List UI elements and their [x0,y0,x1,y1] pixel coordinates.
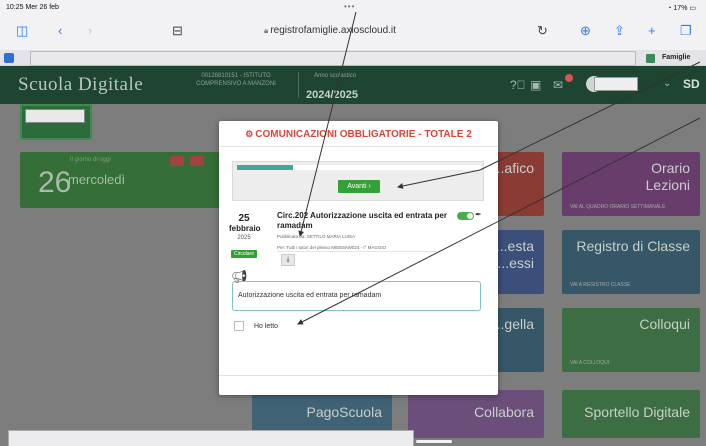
tab-famiglie[interactable]: Famiglie [662,54,690,61]
sidebar-icon[interactable]: ◫ [16,24,28,38]
user-name-redacted[interactable] [594,77,638,91]
tabs-icon[interactable]: ❐ [680,24,692,38]
user-initials[interactable]: SD [683,77,700,91]
today-weekday: mercoledì [68,172,126,187]
battery-indicator: ◔ 17% ▭ [667,4,696,12]
forward-icon[interactable]: › [88,24,92,38]
help-icon[interactable]: ?⃝ [510,78,526,92]
tile-title: Orario Lezioni [645,160,690,193]
home-indicator[interactable] [416,440,452,443]
year-label: Anno scolastico [314,73,357,79]
modal-footer-divider [219,375,498,376]
today-action-1[interactable] [170,156,184,166]
circular-published-by: Pubblicata da: SETTILO MARIA LUISA [277,234,356,239]
date-month: febbraio [229,224,261,233]
back-icon[interactable]: ‹ [58,24,62,38]
notification-badge [565,74,573,82]
tile-colloqui[interactable]: Colloqui VAI A COLLOQUI [562,308,700,372]
modal-title-text: COMUNICAZIONI OBBLIGATORIE - TOTALE 2 [255,129,472,140]
tile-collabora[interactable]: Collabora [408,390,544,438]
tile-title: Collabora [474,404,534,420]
redacted-area [8,430,414,446]
reload-icon[interactable]: ↻ [537,24,548,38]
famiglie-favicon-icon [646,54,655,63]
battery-icon: ▭ [689,5,696,12]
circular-recipients: Per: Tutti i tutori del plesso MIEE8AW02… [277,245,387,250]
next-button-label: Avanti [347,183,367,190]
modal-divider [219,146,498,147]
tile-title: ...esta ...essi [495,238,534,271]
today-card: Il giorno di oggi 26 mercoledì [20,152,220,208]
address-bar[interactable]: 🔒︎ registrofamiglie.axioscloud.it [200,25,460,36]
status-bar: 10:25 Mer 26 feb ••• ◔ 17% ▭ [0,0,706,16]
read-checkbox-label[interactable]: Ho letto [251,321,281,333]
tile-title: ...afico [492,160,534,176]
today-caption: Il giorno di oggi [70,157,111,163]
tile-title: ...gella [492,316,534,332]
tab-favicon-icon[interactable] [4,53,14,63]
student-selector[interactable] [20,104,92,140]
share-icon[interactable]: ⇪ [614,24,625,38]
modal-title: ⚙ COMUNICAZIONI OBBLIGATORIE - TOTALE 2 [219,129,498,140]
reader-icon[interactable]: ⊟ [172,24,183,38]
tab-bar: Famiglie [0,50,706,66]
app-logo[interactable]: Scuola Digitale [18,74,143,96]
next-button[interactable]: Avanti › [338,180,380,193]
tile-sportello-digitale[interactable]: Sportello Digitale [562,390,700,438]
browser-toolbar: ◫ ‹ › ⊟ 🔒︎ registrofamiglie.axioscloud.it… [0,16,706,50]
tile-orario-lezioni[interactable]: Orario Lezioni VAI AL QUADRO ORARIO SETT… [562,152,700,216]
new-tab-icon[interactable]: + [648,24,656,38]
download-icon[interactable]: ⊕ [580,24,591,38]
school-info: 00126810151 - ISTITUTO COMPRENSIVO A.MAN… [196,73,276,87]
wifi-icon: ◔ [667,5,672,12]
settings-icon: ⚙ [245,129,254,139]
lock-icon: 🔒︎ [264,26,269,35]
toggle-knob [467,213,473,219]
chevron-down-icon[interactable]: ⌄ [663,78,671,89]
progress-fill [237,165,294,170]
year-value[interactable]: 2024/2025 [306,89,358,101]
pin-icon[interactable]: ✒ [475,210,482,219]
id-card-icon[interactable]: ▣ [530,78,541,92]
battery-percent: 17% [673,5,688,12]
date-day: 25 [238,213,250,224]
status-time: 10:25 Mer 26 feb [6,4,59,11]
read-toggle[interactable] [457,212,474,220]
tile-title: PagoScuola [306,404,382,420]
tile-registro-classe[interactable]: Registro di Classe VAI A REGISTRO CLASSE [562,230,700,294]
progress-panel: Avanti › [232,161,484,201]
messages-icon[interactable]: ✉ [553,78,563,92]
mandatory-communications-modal: ⚙ COMUNICAZIONI OBBLIGATORIE - TOTALE 2 A… [219,121,498,395]
download-attachment-icon[interactable]: ⤓ [281,254,295,266]
tile-title: Registro di Classe [576,238,690,254]
today-number: 26 [38,166,72,199]
tab-redacted[interactable] [30,51,636,66]
multitask-dots-icon[interactable]: ••• [344,2,355,11]
date-year: 2025 [237,235,251,241]
read-checkbox[interactable] [234,321,244,331]
today-action-2[interactable] [190,156,204,166]
circular-divider [277,251,437,252]
app-header: Scuola Digitale 00126810151 - ISTITUTO C… [0,66,706,104]
tile-footer: VAI A REGISTRO CLASSE [570,282,631,288]
tile-footer: VAI AL QUADRO ORARIO SETTIMANALE [570,204,666,210]
circular-title[interactable]: Circ.202 Autorizzazione uscita ed entrat… [277,211,457,231]
student-name-redacted [25,109,85,123]
tile-footer: VAI A COLLOQUI [570,360,610,366]
header-divider [298,72,299,98]
date-badge: Circolare [230,250,257,258]
progress-bar [237,165,481,170]
circular-date: 25 febbraio 2025 Circolare [229,213,261,260]
url-text: registrofamiglie.axioscloud.it [270,25,396,36]
tile-title: Sportello Digitale [584,404,690,420]
tile-title: Colloqui [639,316,690,332]
message-text: Autorizzazione uscita ed entrata per ram… [232,281,481,311]
